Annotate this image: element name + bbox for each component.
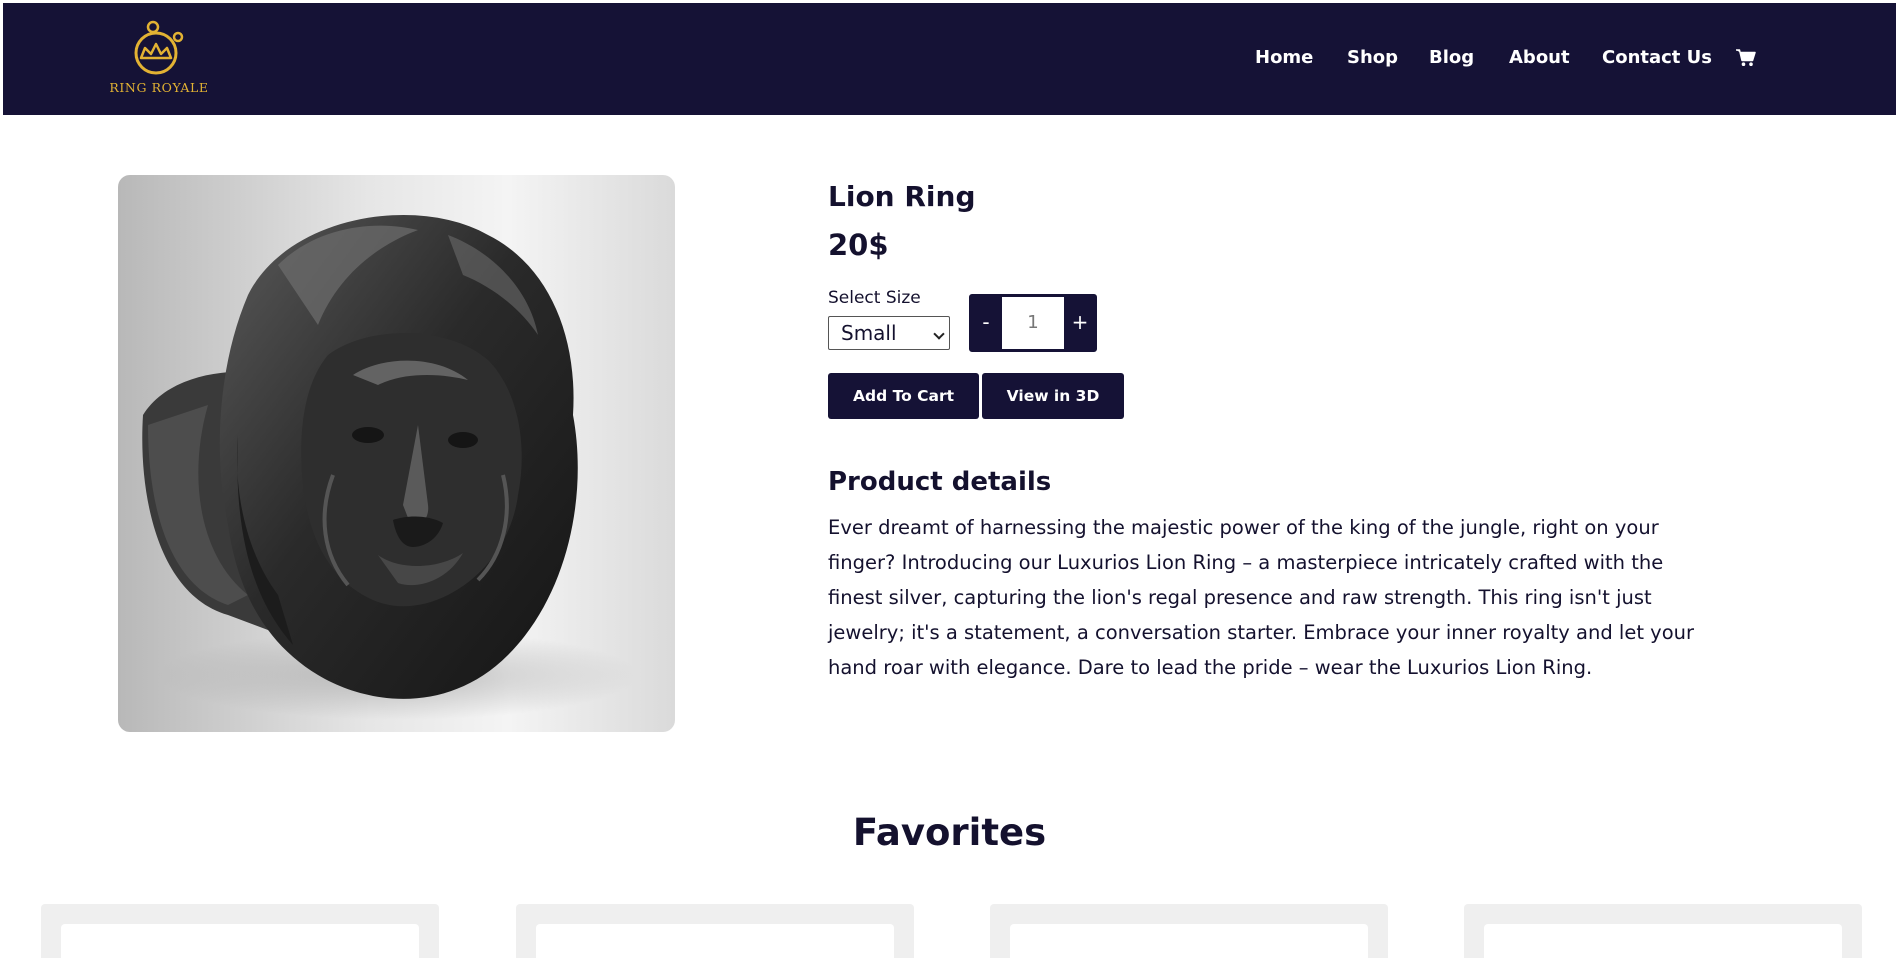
product-details-line: finger? Introducing our Luxurios Lion Ri… [828, 551, 1664, 574]
nav-shop[interactable]: Shop [1347, 47, 1398, 68]
favorite-card-image [536, 924, 894, 958]
nav-home[interactable]: Home [1255, 47, 1313, 68]
brand-name: RING ROYALE [109, 80, 209, 95]
product-details-text: Ever dreamt of harnessing the majestic p… [828, 510, 1708, 685]
product-details-heading: Product details [828, 467, 1052, 497]
favorite-card[interactable] [516, 904, 914, 958]
lion-ring-image-icon [142, 215, 638, 720]
quantity-input[interactable]: 1 [1002, 297, 1064, 349]
brand-logo[interactable]: RING ROYALE [107, 20, 211, 96]
favorite-card[interactable] [1464, 904, 1862, 958]
quantity-increment-button[interactable]: + [1064, 295, 1096, 351]
product-details-line: jewelry; it's a statement, a conversatio… [828, 621, 1695, 644]
nav-about[interactable]: About [1509, 47, 1570, 68]
crown-ring-logo-icon [134, 20, 184, 75]
product-title: Lion Ring [828, 180, 976, 213]
favorite-card-image [1010, 924, 1368, 958]
product-image [118, 175, 675, 732]
product-price: 20$ [828, 228, 889, 262]
product-details-line: hand roar with elegance. Dare to lead th… [828, 656, 1593, 679]
size-label: Select Size [828, 288, 921, 308]
view-in-3d-button[interactable]: View in 3D [982, 373, 1124, 419]
favorite-card[interactable] [41, 904, 439, 958]
chevron-down-icon [933, 328, 945, 340]
size-select-value: Small [841, 321, 897, 345]
add-to-cart-button[interactable]: Add To Cart [828, 373, 979, 419]
nav-contact-us[interactable]: Contact Us [1602, 47, 1712, 68]
favorite-card-image [61, 924, 419, 958]
product-details-line: finest silver, capturing the lion's rega… [828, 586, 1652, 609]
size-select[interactable]: Small [828, 316, 950, 350]
quantity-decrement-button[interactable]: - [970, 295, 1002, 351]
product-details-line: Ever dreamt of harnessing the majestic p… [828, 516, 1659, 539]
cart-icon[interactable] [1736, 49, 1756, 67]
nav-blog[interactable]: Blog [1429, 47, 1474, 68]
quantity-stepper: - 1 + [969, 294, 1097, 352]
navbar: RING ROYALE Home Shop Blog About Contact… [3, 3, 1896, 115]
favorite-card[interactable] [990, 904, 1388, 958]
page: RING ROYALE Home Shop Blog About Contact… [3, 3, 1896, 958]
favorite-card-image [1484, 924, 1842, 958]
favorites-heading: Favorites [852, 811, 1047, 854]
